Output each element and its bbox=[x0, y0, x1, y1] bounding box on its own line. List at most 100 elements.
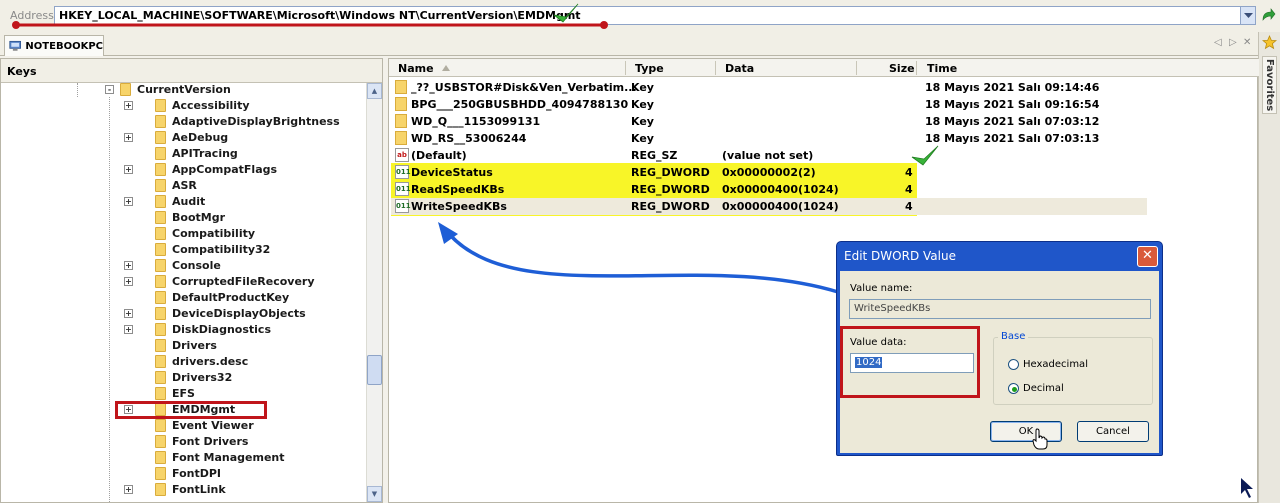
tab-next-icon[interactable]: ▷ bbox=[1229, 37, 1237, 48]
column-separator[interactable] bbox=[916, 61, 917, 75]
folder-icon bbox=[155, 386, 166, 400]
tree-item[interactable]: FontDPI bbox=[124, 465, 221, 481]
tree-item[interactable]: + DiskDiagnostics bbox=[124, 321, 271, 337]
scroll-down-icon[interactable]: ▼ bbox=[367, 486, 382, 502]
tree-item[interactable]: + FontLink bbox=[124, 481, 226, 497]
tree-item[interactable]: Event Viewer bbox=[124, 417, 254, 433]
cancel-button[interactable]: Cancel bbox=[1077, 421, 1149, 442]
dword-value-icon: 011 bbox=[395, 165, 411, 179]
tab-prev-icon[interactable]: ◁ bbox=[1214, 37, 1222, 48]
tree-item[interactable]: Font Management bbox=[124, 449, 285, 465]
favorites-tab[interactable]: Favorites bbox=[1262, 56, 1277, 115]
scroll-up-icon[interactable]: ▲ bbox=[367, 83, 382, 99]
folder-icon bbox=[155, 290, 166, 304]
column-size[interactable]: Size bbox=[889, 62, 915, 75]
tree-item[interactable]: Compatibility32 bbox=[124, 241, 270, 257]
radio-hex-button[interactable] bbox=[1008, 359, 1019, 370]
folder-icon bbox=[155, 274, 166, 288]
value-data-cell: (value not set) bbox=[722, 149, 814, 162]
expand-icon[interactable]: + bbox=[124, 484, 133, 494]
go-arrow-icon[interactable] bbox=[1260, 7, 1276, 23]
value-name-cell: BPG___250GBUSBHDD_4094788130 bbox=[411, 98, 629, 111]
folder-icon bbox=[155, 306, 166, 320]
value-row[interactable]: WD_RS__53006244 Key 18 Mayıs 2021 Salı 07:… bbox=[389, 130, 1259, 147]
value-row[interactable]: WD_Q___1153099131 Key 18 Mayıs 2021 Salı 0… bbox=[389, 113, 1259, 130]
expand-icon[interactable]: + bbox=[124, 260, 133, 270]
tree-item[interactable]: + AeDebug bbox=[124, 129, 228, 145]
folder-icon bbox=[155, 178, 166, 192]
radio-decimal[interactable]: Decimal bbox=[1008, 383, 1064, 394]
tree-item[interactable]: Font Drivers bbox=[124, 433, 248, 449]
value-row[interactable]: ab (Default) REG_SZ (value not set) bbox=[389, 147, 1259, 164]
radio-dec-button[interactable] bbox=[1008, 383, 1019, 394]
value-row[interactable]: 011 WriteSpeedKBs REG_DWORD 0x00000400(1024… bbox=[389, 198, 1259, 215]
folder-icon bbox=[155, 434, 166, 448]
value-name-field[interactable]: WriteSpeedKBs bbox=[849, 299, 1151, 319]
column-time[interactable]: Time bbox=[927, 62, 957, 75]
tree-item[interactable]: drivers.desc bbox=[124, 353, 248, 369]
tree-item-label: AppCompatFlags bbox=[172, 162, 278, 176]
tree-item[interactable]: EFS bbox=[124, 385, 195, 401]
expand-icon[interactable]: + bbox=[124, 132, 133, 142]
tree-item-label: Font Drivers bbox=[172, 434, 249, 448]
expand-icon[interactable]: + bbox=[124, 100, 133, 110]
tree-item-label: AeDebug bbox=[172, 130, 229, 144]
radio-hexadecimal[interactable]: Hexadecimal bbox=[1008, 359, 1088, 370]
base-group-title: Base bbox=[998, 331, 1029, 342]
value-row[interactable]: 011 DeviceStatus REG_DWORD 0x00000002(2) 4 bbox=[389, 164, 1259, 181]
folder-icon bbox=[155, 482, 166, 496]
tree-item[interactable]: + Accessibility bbox=[124, 97, 250, 113]
tree-item[interactable]: + Console bbox=[124, 257, 221, 273]
tab-notebookpc[interactable]: NOTEBOOKPC bbox=[4, 35, 104, 56]
keys-pane: Keys - CurrentVersion + Accessibility Adapti… bbox=[0, 58, 383, 503]
tree-item[interactable]: - CurrentVersion bbox=[105, 83, 231, 97]
tree-item[interactable]: Drivers32 bbox=[124, 369, 232, 385]
column-separator[interactable] bbox=[715, 61, 716, 75]
tree-item[interactable]: Compatibility bbox=[124, 225, 255, 241]
column-separator[interactable] bbox=[856, 61, 857, 75]
tree-item[interactable]: DefaultProductKey bbox=[124, 289, 289, 305]
tree-item[interactable]: Drivers bbox=[124, 337, 217, 353]
expand-icon[interactable]: + bbox=[124, 308, 133, 318]
radio-dec-label: Decimal bbox=[1023, 383, 1064, 394]
tree-item[interactable]: APITracing bbox=[124, 145, 238, 161]
expand-icon[interactable]: + bbox=[124, 196, 133, 206]
address-input[interactable]: HKEY_LOCAL_MACHINE\SOFTWARE\Microsoft\Wi… bbox=[54, 6, 1241, 25]
tree-item-label: Audit bbox=[172, 194, 206, 208]
column-separator[interactable] bbox=[625, 61, 626, 75]
tree-item[interactable]: AdaptiveDisplayBrightness bbox=[124, 113, 340, 129]
tree-item-label: AdaptiveDisplayBrightness bbox=[172, 114, 340, 128]
tree-item[interactable]: BootMgr bbox=[124, 209, 225, 225]
keys-scrollbar[interactable]: ▲ ▼ bbox=[366, 83, 382, 502]
value-name-label: Value name: bbox=[850, 283, 913, 294]
collapse-icon[interactable]: - bbox=[105, 84, 114, 94]
folder-icon bbox=[155, 242, 166, 256]
value-row[interactable]: _??_USBSTOR#Disk&Ven_Verbatim... Key 18 Ma… bbox=[389, 79, 1259, 96]
registry-tree: - CurrentVersion + Accessibility AdaptiveDis… bbox=[1, 83, 366, 502]
expand-icon[interactable]: + bbox=[124, 276, 133, 286]
value-row[interactable]: 011 ReadSpeedKBs REG_DWORD 0x00000400(1024)… bbox=[389, 181, 1259, 198]
tree-item[interactable]: + AppCompatFlags bbox=[124, 161, 277, 177]
column-type[interactable]: Type bbox=[635, 62, 664, 75]
star-icon[interactable] bbox=[1262, 35, 1277, 50]
ok-button[interactable]: OK bbox=[990, 421, 1062, 442]
tree-item[interactable]: + DeviceDisplayObjects bbox=[124, 305, 306, 321]
column-data[interactable]: Data bbox=[725, 62, 754, 75]
scroll-thumb[interactable] bbox=[367, 355, 382, 385]
close-icon[interactable]: ✕ bbox=[1137, 246, 1158, 267]
expand-icon[interactable]: + bbox=[124, 164, 133, 174]
tree-item[interactable]: ASR bbox=[124, 177, 197, 193]
tree-item[interactable]: + Audit bbox=[124, 193, 205, 209]
value-type-cell: Key bbox=[631, 115, 654, 128]
value-time-cell: 18 Mayıs 2021 Salı 09:14:46 bbox=[925, 81, 1100, 94]
folder-icon bbox=[155, 370, 166, 384]
column-name[interactable]: Name bbox=[398, 62, 434, 75]
expand-icon[interactable]: + bbox=[124, 324, 133, 334]
address-dropdown-button[interactable] bbox=[1240, 6, 1256, 25]
folder-icon bbox=[155, 354, 166, 368]
value-row[interactable]: BPG___250GBUSBHDD_4094788130 Key 18 Mayıs … bbox=[389, 96, 1259, 113]
tree-item[interactable]: + CorruptedFileRecovery bbox=[124, 273, 315, 289]
folder-icon bbox=[155, 130, 166, 144]
value-time-cell: 18 Mayıs 2021 Salı 07:03:13 bbox=[925, 132, 1100, 145]
tab-close-icon[interactable]: ✕ bbox=[1243, 37, 1251, 48]
